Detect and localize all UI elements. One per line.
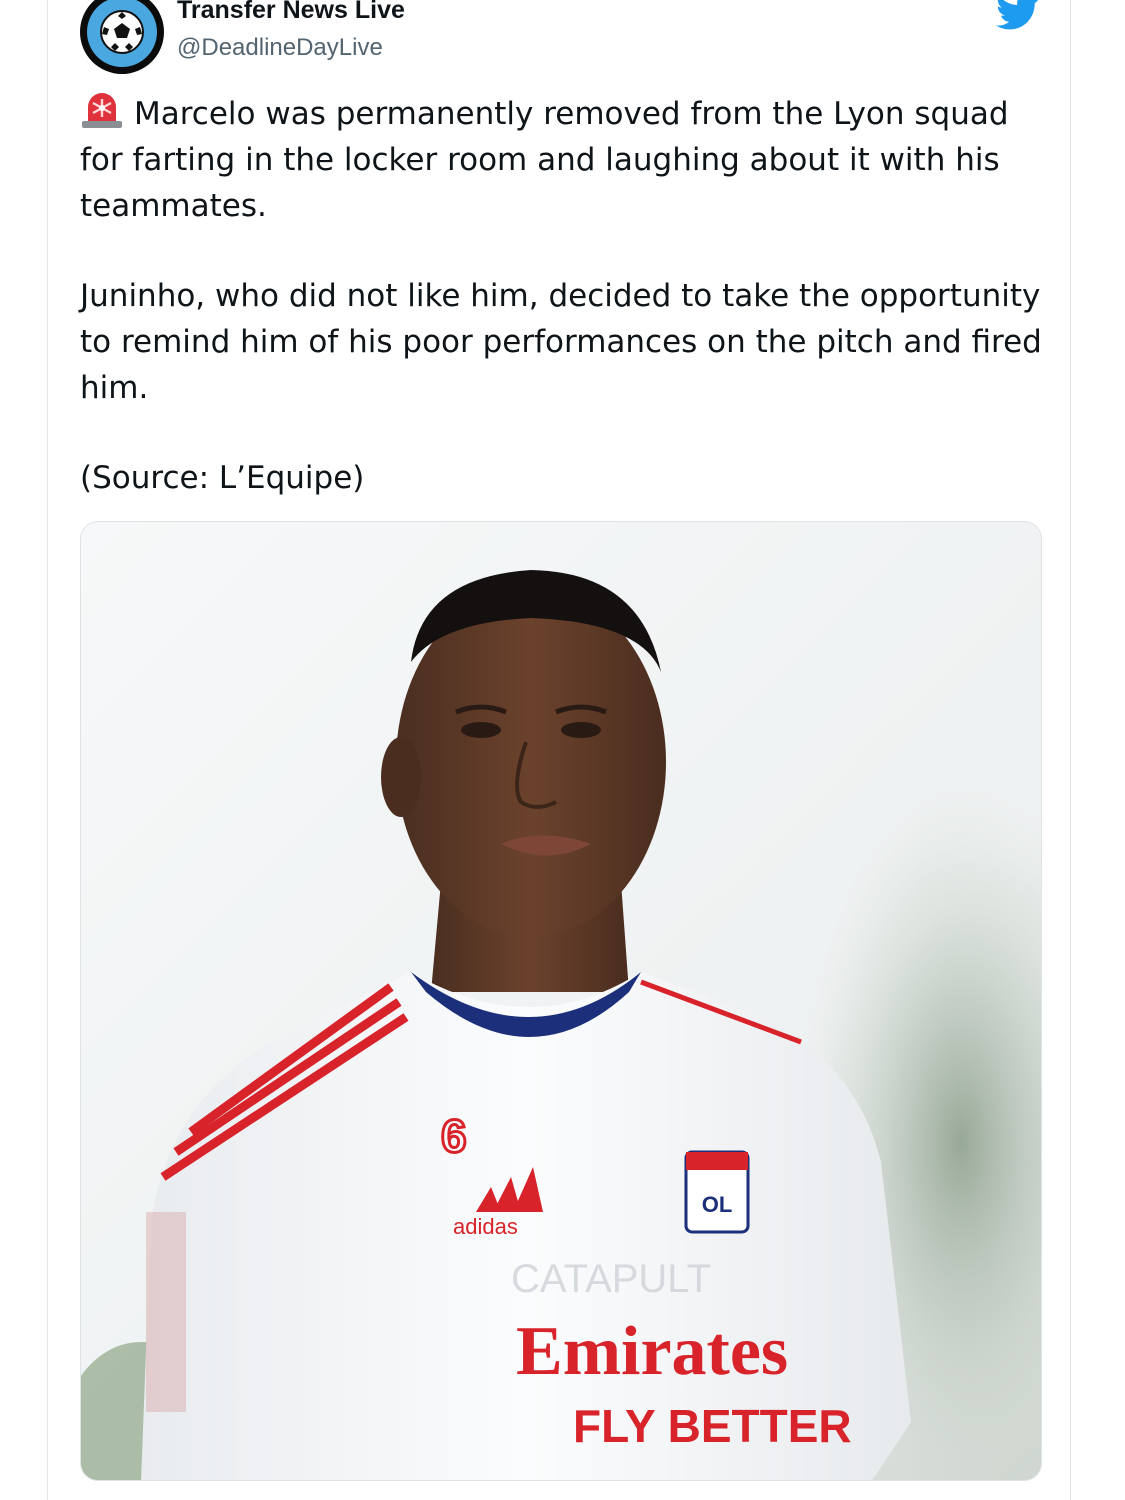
- tweet-paragraph-1: Marcelo was permanently removed from the…: [80, 90, 1050, 229]
- sponsor-emirates: Emirates: [516, 1313, 788, 1390]
- sponsor-tagline: FLY BETTER: [573, 1400, 852, 1452]
- catapult-watermark: CATAPULT: [511, 1257, 711, 1301]
- tweet-source: (Source: L’Equipe): [80, 460, 365, 496]
- svg-text:adidas: adidas: [453, 1214, 518, 1239]
- tweet-header: Transfer News Live @DeadlineDayLive: [80, 0, 1040, 74]
- avatar[interactable]: [80, 0, 164, 74]
- soccer-ball-icon: [87, 0, 157, 67]
- author-display-name[interactable]: Transfer News Live: [177, 0, 405, 25]
- author-handle[interactable]: @DeadlineDayLive: [177, 31, 405, 65]
- rotating-light-icon: [82, 93, 122, 128]
- tweet-photo[interactable]: 6 adidas OL CATAPULT Emirates FLY BETTER: [80, 521, 1042, 1481]
- tweet-paragraph-1-text: Marcelo was permanently removed from the…: [80, 96, 1009, 224]
- tweet-paragraph-2: Juninho, who did not like him, decided t…: [80, 278, 1042, 406]
- tweet-card: Transfer News Live @DeadlineDayLive Marc…: [47, 0, 1071, 1500]
- kit-number: 6: [441, 1110, 467, 1162]
- player-photo: 6 adidas OL CATAPULT Emirates FLY BETTER: [81, 522, 1041, 1480]
- twitter-bird-icon[interactable]: [996, 0, 1040, 34]
- lyon-crest: OL: [684, 1150, 750, 1234]
- author-block: Transfer News Live @DeadlineDayLive: [177, 0, 405, 65]
- svg-text:OL: OL: [702, 1192, 733, 1217]
- tweet-body: Marcelo was permanently removed from the…: [80, 90, 1050, 545]
